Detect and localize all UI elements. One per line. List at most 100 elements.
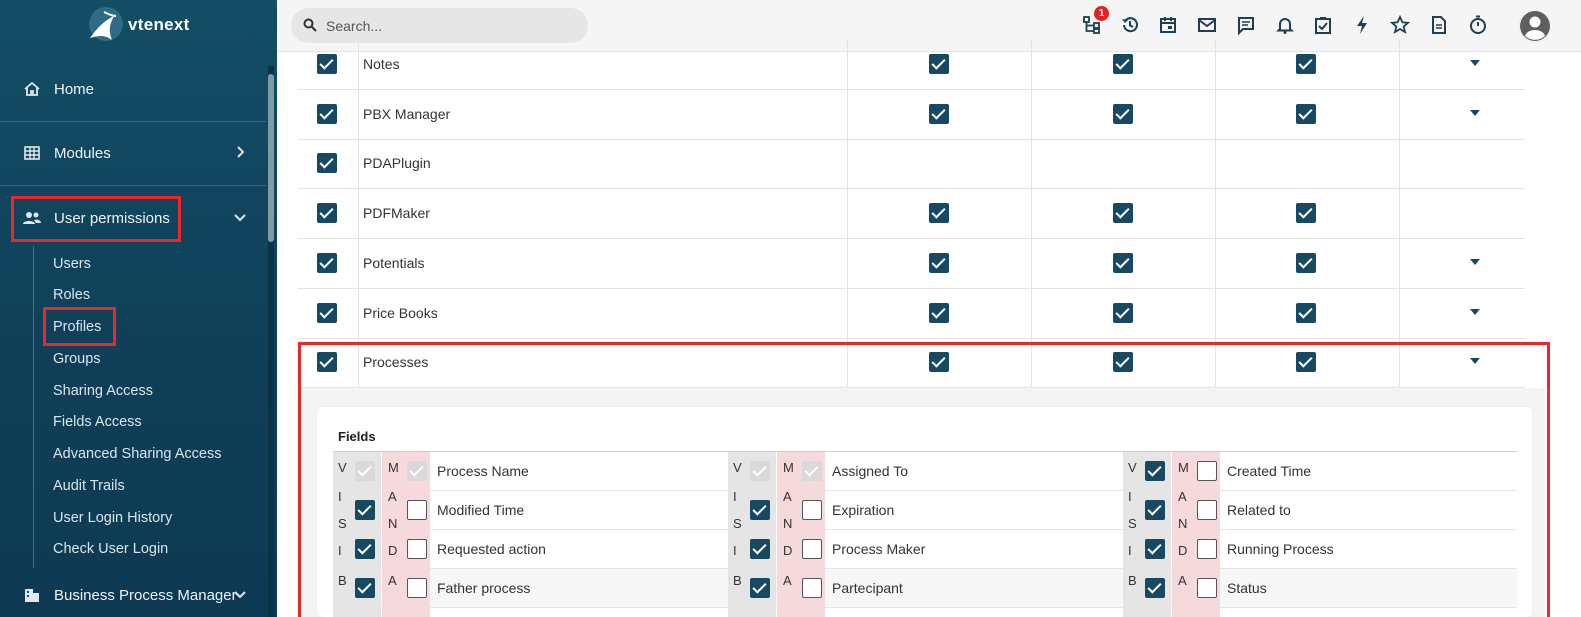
column-divider [1215,289,1216,339]
column-divider [1215,90,1216,140]
permission-checkbox[interactable] [1296,203,1316,223]
column-divider [1031,289,1032,339]
expand-caret-icon[interactable] [1470,309,1480,315]
history-icon[interactable] [1119,14,1141,36]
module-name: Potentials [363,255,425,271]
column-divider [358,289,359,339]
permission-checkbox[interactable] [1113,303,1133,323]
grid-icon [22,143,42,163]
sidebar-subitem-groups[interactable]: Groups [53,349,101,369]
building-icon [22,585,42,605]
column-divider [1215,40,1216,90]
sidebar-item-modules[interactable]: Modules [0,128,266,178]
sidebar-divider [0,185,266,186]
sidebar: vtenext Home Modules User permissions Us… [0,0,277,617]
module-name: PDAPlugin [363,155,431,171]
mail-icon[interactable] [1196,14,1218,36]
permission-checkbox[interactable] [1296,303,1316,323]
sidebar-subitem-users[interactable]: Users [53,254,91,274]
sidebar-subitem-advanced-sharing-access[interactable]: Advanced Sharing Access [53,444,221,464]
sidebar-subitem-sharing-access[interactable]: Sharing Access [53,381,153,401]
permission-checkbox[interactable] [929,203,949,223]
expand-caret-icon[interactable] [1470,60,1480,66]
expand-caret-icon[interactable] [1470,110,1480,116]
module-enable-checkbox[interactable] [317,203,337,223]
chat-icon[interactable] [1235,14,1257,36]
permission-checkbox[interactable] [1113,203,1133,223]
module-name: PDFMaker [363,205,430,221]
sidebar-subitem-audit-trails[interactable]: Audit Trails [53,476,125,496]
permission-checkbox[interactable] [1296,54,1316,74]
permission-checkbox[interactable] [929,253,949,273]
permission-checkbox[interactable] [1296,104,1316,124]
sidebar-item-label: Modules [54,144,111,162]
module-enable-checkbox[interactable] [317,303,337,323]
column-divider [1215,189,1216,239]
module-name: Notes [363,56,400,72]
flash-icon[interactable] [1351,14,1373,36]
column-divider [358,239,359,289]
permission-checkbox[interactable] [1296,253,1316,273]
column-divider [1399,189,1400,239]
column-divider [847,40,848,90]
table-row [298,239,1525,289]
highlight-user-permissions [11,196,181,242]
table-row [298,40,1525,90]
logo[interactable]: vtenext [84,4,190,46]
sidebar-subitem-check-user-login[interactable]: Check User Login [53,539,168,559]
expand-caret-icon[interactable] [1470,259,1480,265]
column-divider [358,139,359,189]
permission-checkbox[interactable] [1113,54,1133,74]
column-divider [1031,40,1032,90]
column-divider [847,239,848,289]
chevron-down-icon [234,214,246,222]
user-avatar[interactable] [1519,10,1551,42]
sidebar-subitem-fields-access[interactable]: Fields Access [53,412,142,432]
permission-checkbox[interactable] [929,54,949,74]
document-icon[interactable] [1428,14,1450,36]
column-divider [847,289,848,339]
column-divider [847,139,848,189]
module-enable-checkbox[interactable] [317,153,337,173]
column-divider [1031,139,1032,189]
sidebar-subitem-user-login-history[interactable]: User Login History [53,508,172,528]
column-divider [847,90,848,140]
module-name: PBX Manager [363,106,451,122]
avatar-icon [1519,10,1551,42]
module-enable-checkbox[interactable] [317,54,337,74]
permission-checkbox[interactable] [1113,104,1133,124]
column-divider [1399,40,1400,90]
bell-icon[interactable] [1274,14,1296,36]
chevron-right-icon [237,146,245,158]
submenu-guide-line [33,246,34,568]
timer-icon[interactable] [1467,14,1489,36]
permission-checkbox[interactable] [929,104,949,124]
search-input[interactable] [291,8,588,43]
sidebar-subitem-roles[interactable]: Roles [53,285,90,305]
tasks-icon[interactable] [1312,14,1334,36]
column-divider [358,40,359,90]
sidebar-scrollbar-thumb[interactable] [268,74,274,242]
highlight-processes [298,342,1550,617]
sidebar-scrollbar[interactable] [268,66,274,617]
sidebar-item-label: Business Process Manager [54,586,237,604]
sidebar-item-home[interactable]: Home [0,64,266,114]
sidebar-item-bpm[interactable]: Business Process Manager [0,570,266,617]
table-row [298,289,1525,339]
column-divider [1399,90,1400,140]
column-divider [847,189,848,239]
module-enable-checkbox[interactable] [317,253,337,273]
column-divider [1399,289,1400,339]
module-enable-checkbox[interactable] [317,104,337,124]
permission-checkbox[interactable] [1113,253,1133,273]
permission-checkbox[interactable] [929,303,949,323]
table-row [298,139,1525,189]
star-icon[interactable] [1389,14,1411,36]
sidebar-divider [0,121,266,122]
chevron-down-icon [234,591,246,599]
column-divider [1399,239,1400,289]
column-divider [1399,139,1400,189]
sidebar-item-label: Home [54,80,95,98]
column-divider [358,189,359,239]
calendar-icon[interactable] [1157,14,1179,36]
